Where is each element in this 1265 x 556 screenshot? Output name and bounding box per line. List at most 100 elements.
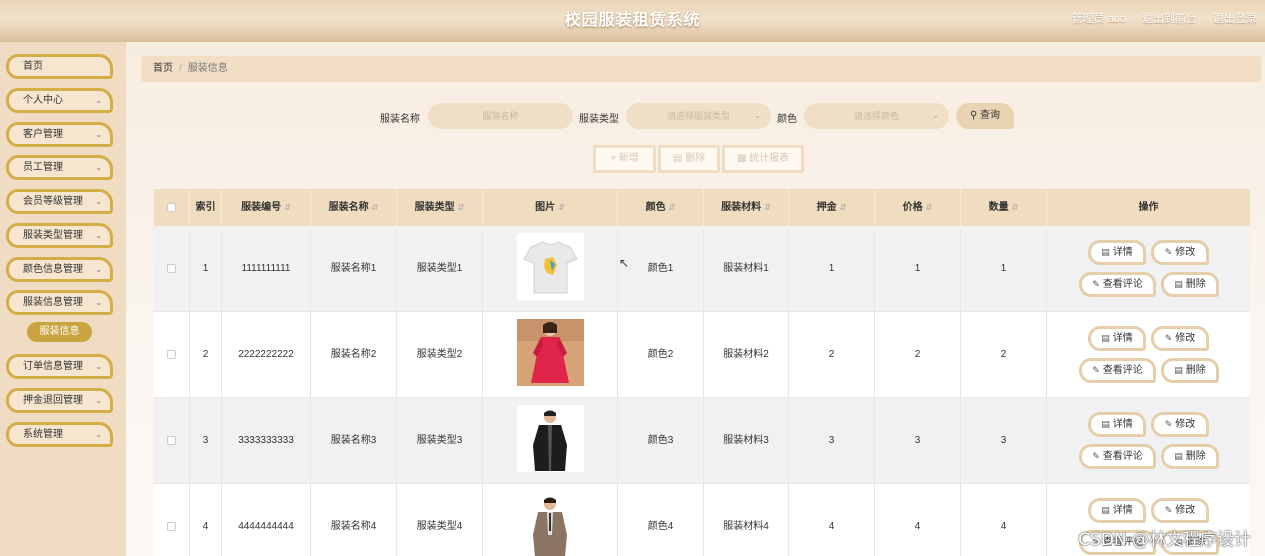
- logout-link[interactable]: 退出登录: [1213, 10, 1257, 26]
- sort-icon: ⇵: [284, 203, 291, 212]
- cell-deposit: 3: [789, 398, 875, 484]
- query-button-label: 查询: [980, 110, 1001, 121]
- th-quantity[interactable]: 数量 ⇵: [961, 189, 1047, 226]
- type-label: 服装类型: [579, 114, 619, 125]
- sidebar-item-personal-center[interactable]: 个人中心 ⌄: [6, 88, 113, 113]
- row-checkbox[interactable]: [167, 349, 176, 359]
- watermark: CSDN @林文程序设计: [1078, 530, 1251, 550]
- sidebar-item-clothing-type[interactable]: 服装类型管理 ⌄: [6, 223, 113, 248]
- select-all-cell: [154, 189, 190, 226]
- sidebar-subitem-clothing-info[interactable]: 服装信息: [27, 322, 92, 342]
- sidebar-item-staff[interactable]: 员工管理 ⌄: [6, 155, 113, 180]
- stats-report-button[interactable]: ▩ 统计报表: [722, 145, 804, 173]
- name-search-input[interactable]: 服装名称: [428, 103, 573, 129]
- sidebar-item-order-info[interactable]: 订单信息管理 ⌄: [6, 354, 113, 379]
- th-image-label: 图片: [535, 202, 556, 213]
- breadcrumb: 首页 / 服装信息: [141, 56, 1261, 82]
- th-name[interactable]: 服装名称 ⇵: [311, 189, 397, 226]
- delete-button[interactable]: ▤ 删除: [1161, 272, 1219, 297]
- add-button[interactable]: + 新增: [593, 145, 656, 173]
- search-bar: 服装名称 服装名称 服装类型 请选择服装类型 ⌄ 颜色 请选择颜色 ⌄ ⚲ 查询: [126, 103, 1265, 129]
- cell-index: 4: [190, 484, 222, 556]
- th-color[interactable]: 颜色 ⇵: [618, 189, 704, 226]
- type-select-placeholder: 请选择服装类型: [666, 111, 730, 121]
- type-select[interactable]: 请选择服装类型 ⌄: [626, 103, 771, 129]
- batch-delete-button[interactable]: ▤ 删除: [658, 145, 720, 173]
- chevron-down-icon: ⌄: [754, 111, 761, 120]
- cell-quantity: 4: [961, 484, 1047, 556]
- sidebar-item-customer[interactable]: 客户管理 ⌄: [6, 122, 113, 147]
- edit-button[interactable]: ✎ 修改: [1151, 326, 1209, 351]
- th-deposit[interactable]: 押金 ⇵: [789, 189, 875, 226]
- red-coat-image[interactable]: [517, 319, 584, 386]
- sidebar-item-member-level[interactable]: 会员等级管理 ⌄: [6, 189, 113, 214]
- cell-name: 服装名称3: [311, 398, 397, 484]
- breadcrumb-home[interactable]: 首页: [153, 63, 173, 74]
- edit-button[interactable]: ✎ 修改: [1151, 240, 1209, 265]
- th-material[interactable]: 服装材料 ⇵: [704, 189, 789, 226]
- sidebar: 首页 个人中心 ⌄ 客户管理 ⌄ 员工管理 ⌄ 会员等级管理 ⌄ 服装类型管理 ⌄ 颜色信…: [0, 42, 126, 556]
- th-type[interactable]: 服装类型 ⇵: [397, 189, 483, 226]
- delete-button-label: 删除: [1185, 365, 1206, 376]
- edit-button[interactable]: ✎ 修改: [1151, 498, 1209, 523]
- cell-code: 4444444444: [222, 484, 311, 556]
- th-price[interactable]: 价格 ⇵: [875, 189, 961, 226]
- view-comments-button[interactable]: ✎ 查看评论: [1079, 272, 1156, 297]
- sidebar-item-clothing-info[interactable]: 服装信息管理 ⌄: [6, 290, 113, 315]
- chevron-down-icon: ⌄: [95, 298, 102, 307]
- cell-operations: ▤ 详情 ✎ 修改 ✎ 查看评论 ▤ 删除: [1047, 226, 1250, 312]
- detail-button[interactable]: ▤ 详情: [1088, 240, 1146, 265]
- th-image[interactable]: 图片 ⇵: [483, 189, 618, 226]
- admin-user-label[interactable]: 管理员 abo: [1072, 10, 1126, 26]
- row-select-cell: [154, 484, 190, 556]
- sort-icon: ⇵: [1011, 203, 1019, 212]
- trash-icon: ▤: [1174, 279, 1183, 289]
- exit-to-front-link[interactable]: 退出到前台: [1142, 10, 1197, 26]
- th-index: 索引: [190, 189, 222, 226]
- cell-name: 服装名称4: [311, 484, 397, 556]
- color-select[interactable]: 请选择颜色 ⌄: [804, 103, 949, 129]
- row-select-cell: [154, 226, 190, 312]
- add-button-label: 新增: [618, 153, 639, 164]
- row-checkbox[interactable]: [167, 435, 176, 445]
- edit-icon: ✎: [1164, 247, 1173, 257]
- detail-button[interactable]: ▤ 详情: [1088, 412, 1146, 437]
- cell-index: 1: [190, 226, 222, 312]
- edit-icon: ✎: [1092, 365, 1100, 375]
- sort-icon: ⇵: [764, 203, 771, 212]
- detail-button[interactable]: ▤ 详情: [1088, 498, 1146, 523]
- sidebar-item-label: 服装信息管理: [23, 297, 83, 308]
- delete-button-label: 删除: [1185, 451, 1206, 462]
- sidebar-item-deposit-refund[interactable]: 押金退回管理 ⌄: [6, 388, 113, 413]
- cell-operations: ▤ 详情 ✎ 修改 ✎ 查看评论 ▤ 删除: [1047, 312, 1250, 398]
- breadcrumb-current: 服装信息: [187, 63, 228, 74]
- chevron-down-icon: ⌄: [95, 430, 102, 439]
- tshirt-image[interactable]: [517, 233, 584, 300]
- select-all-checkbox[interactable]: [167, 202, 176, 212]
- cell-price: 3: [875, 398, 961, 484]
- sidebar-item-color-info[interactable]: 颜色信息管理 ⌄: [6, 257, 113, 282]
- query-button[interactable]: ⚲ 查询: [956, 103, 1014, 129]
- cell-code: 2222222222: [222, 312, 311, 398]
- view-comments-button[interactable]: ✎ 查看评论: [1079, 444, 1156, 469]
- detail-button[interactable]: ▤ 详情: [1088, 326, 1146, 351]
- mouse-cursor-icon: ↖: [619, 256, 630, 270]
- black-jacket-image[interactable]: [517, 405, 584, 472]
- delete-button[interactable]: ▤ 删除: [1161, 444, 1219, 469]
- cell-material: 服装材料4: [704, 484, 789, 556]
- sidebar-item-label: 服装类型管理: [23, 230, 83, 241]
- th-code[interactable]: 服装编号 ⇵: [222, 189, 311, 226]
- color-label: 颜色: [777, 114, 797, 125]
- th-color-label: 颜色: [645, 202, 666, 213]
- row-checkbox[interactable]: [167, 263, 176, 273]
- cell-image: [483, 226, 618, 312]
- sidebar-item-system[interactable]: 系统管理 ⌄: [6, 422, 113, 447]
- delete-button[interactable]: ▤ 删除: [1161, 358, 1219, 383]
- color-select-placeholder: 请选择颜色: [853, 111, 899, 121]
- chevron-down-icon: ⌄: [95, 130, 102, 139]
- row-checkbox[interactable]: [167, 521, 176, 531]
- brown-blazer-image[interactable]: [517, 491, 584, 556]
- sidebar-item-home[interactable]: 首页: [6, 54, 113, 79]
- view-comments-button[interactable]: ✎ 查看评论: [1079, 358, 1156, 383]
- edit-button[interactable]: ✎ 修改: [1151, 412, 1209, 437]
